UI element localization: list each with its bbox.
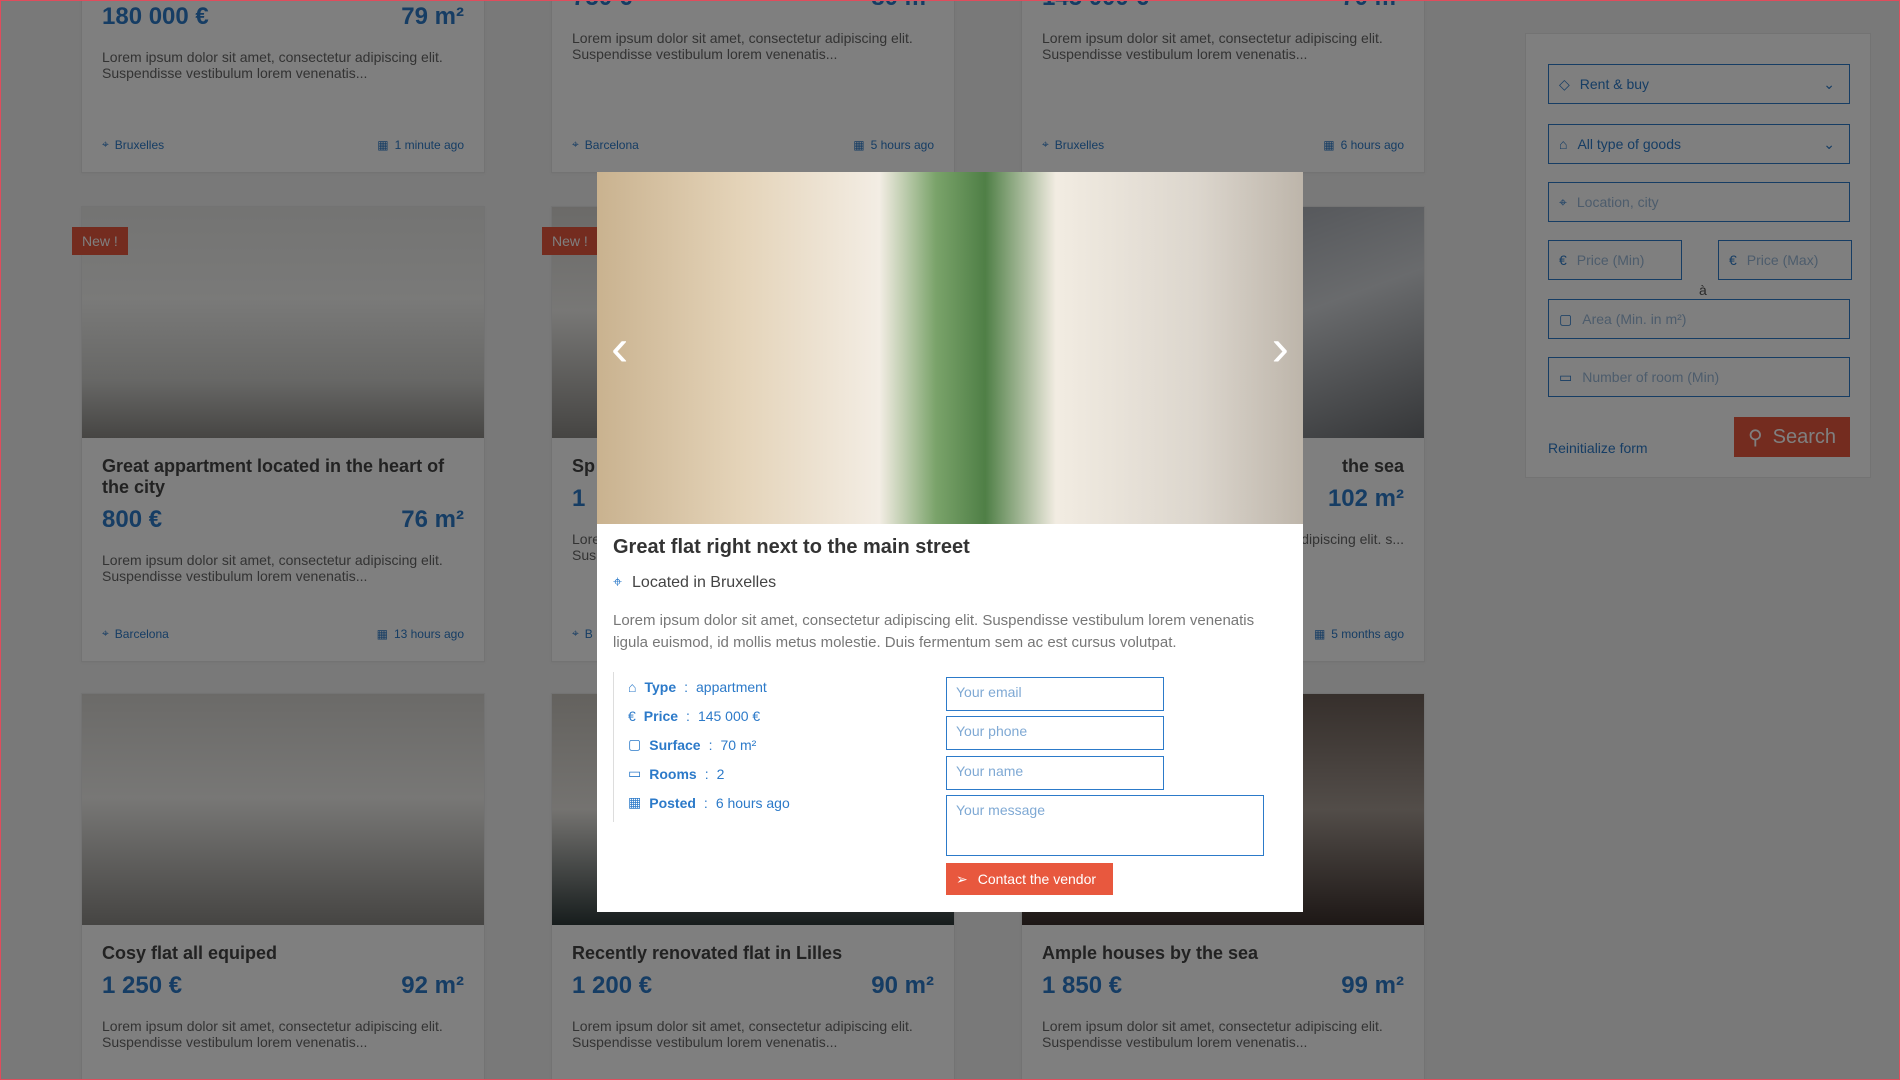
send-icon: ➢ xyxy=(956,870,968,887)
listing-hero-photo: ‹ › xyxy=(597,172,1303,524)
spec-label: Surface xyxy=(649,736,701,753)
modal-description: Lorem ipsum dolor sit amet, consectetur … xyxy=(613,612,1255,651)
spec-value: 145 000 € xyxy=(697,707,761,724)
email-field[interactable]: Your email xyxy=(946,677,1164,711)
spec-value: 70 m² xyxy=(720,736,757,753)
spec-label: Price xyxy=(643,707,679,724)
pin-icon: ⌖ xyxy=(613,574,623,591)
calendar-icon: ▦ xyxy=(628,794,642,810)
spec-list: ⌂ Type: appartment € Price: 145 000 € ▢ … xyxy=(613,672,790,822)
home-icon: ⌂ xyxy=(628,678,637,695)
prev-arrow-icon[interactable]: ‹ xyxy=(611,322,628,374)
euro-icon: € xyxy=(628,707,636,724)
listing-modal: ‹ › Great flat right next to the main st… xyxy=(597,172,1303,912)
surface-icon: ▢ xyxy=(628,736,642,752)
spec-price: € Price: 145 000 € xyxy=(628,707,761,724)
spec-value: appartment xyxy=(696,678,767,695)
spec-label: Rooms xyxy=(649,765,697,782)
bed-icon: ▭ xyxy=(628,765,642,781)
spec-surface: ▢ Surface: 70 m² xyxy=(628,736,757,753)
spec-rooms: ▭ Rooms: 2 xyxy=(628,765,725,782)
spec-type: ⌂ Type: appartment xyxy=(628,678,767,695)
spec-posted: ▦ Posted: 6 hours ago xyxy=(628,794,790,811)
message-field[interactable]: Your message xyxy=(946,795,1264,856)
contact-vendor-label: Contact the vendor xyxy=(977,871,1097,887)
next-arrow-icon[interactable]: › xyxy=(1272,322,1289,374)
spec-label: Type xyxy=(644,678,677,695)
modal-location-text: Located in Bruxelles xyxy=(632,574,777,591)
modal-title: Great flat right next to the main street xyxy=(613,536,970,558)
name-field[interactable]: Your name xyxy=(946,756,1164,790)
spec-value: 2 xyxy=(716,765,725,782)
contact-vendor-button[interactable]: ➢ Contact the vendor xyxy=(946,863,1113,895)
spec-value: 6 hours ago xyxy=(715,794,790,811)
phone-field[interactable]: Your phone xyxy=(946,716,1164,750)
spec-label: Posted xyxy=(649,794,696,811)
modal-location: ⌖ Located in Bruxelles xyxy=(613,574,776,592)
